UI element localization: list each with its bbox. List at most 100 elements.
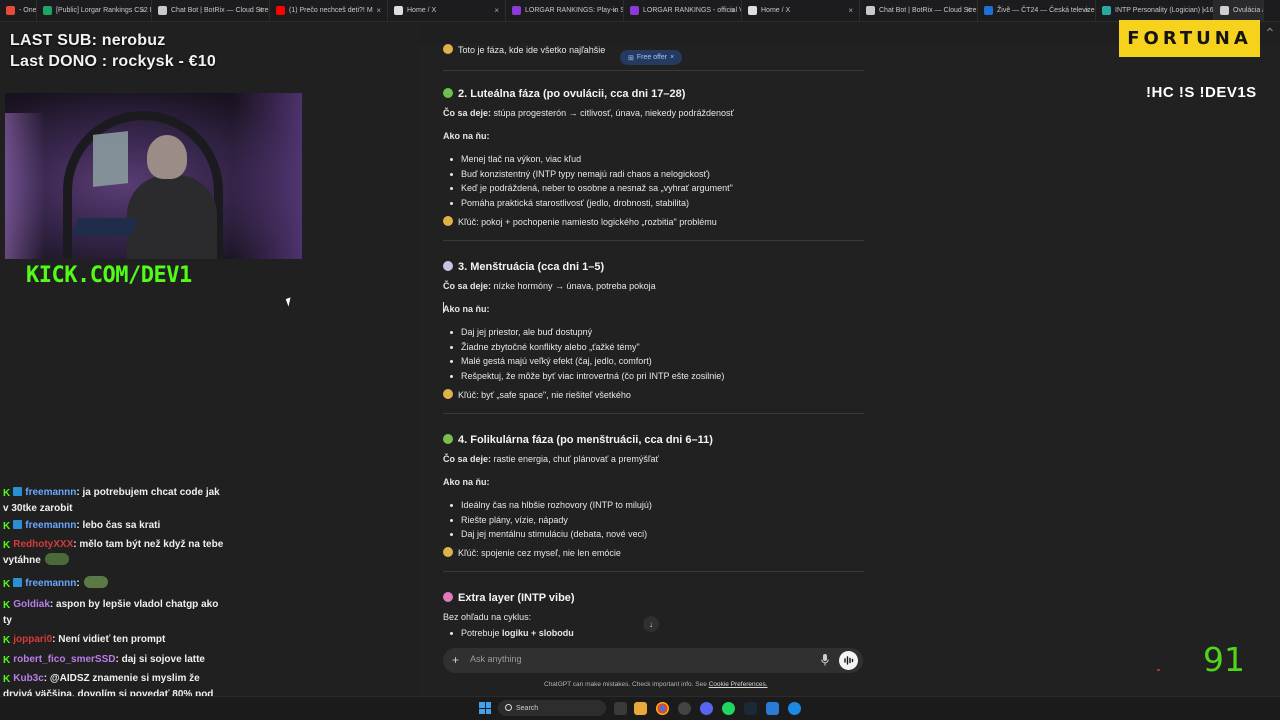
bullet-dot (450, 201, 453, 205)
tab-close-icon[interactable]: × (848, 6, 853, 15)
browser-tab[interactable]: LORGAR RANKINGS: Play-in St × (506, 0, 624, 21)
what-happens-label: Čo sa deje: (443, 281, 492, 291)
bullet-dot (450, 360, 453, 363)
browser-tab[interactable]: [Public] Lorgar Rankings CS2 Lo × (37, 0, 152, 21)
text-caret (443, 302, 444, 313)
file-explorer-icon[interactable] (634, 702, 647, 715)
taskbar-search[interactable]: Search (498, 700, 606, 716)
kick-badge-icon: K (3, 540, 11, 551)
section-heading-text: 3. Menštruácia (cca dni 1–5) (458, 261, 605, 273)
what-happens-text: rastie energia, chuť plánovať a premýšľa… (493, 454, 659, 464)
bullet-dot (450, 158, 453, 161)
key-takeaway: Kľúč: spojenie cez myseľ, nie len emócie (443, 547, 621, 558)
chat-username[interactable]: freemannn (25, 487, 76, 498)
tab-close-icon[interactable]: × (612, 6, 617, 15)
tab-close-icon[interactable]: × (966, 6, 971, 15)
chat-commands-label: !HC !S !DEV1S (1146, 84, 1257, 101)
chat-text: : Není vidieť ten prompt (52, 634, 166, 645)
chat-message: K Goldiak: aspon by lepšie vladol chatgp … (3, 597, 225, 629)
steam-icon[interactable] (744, 702, 757, 715)
chat-username[interactable]: RedhotyXXX (13, 539, 73, 550)
tab-close-icon[interactable]: × (1084, 6, 1089, 15)
chat-username[interactable]: joppari0 (13, 634, 52, 645)
tab-favicon-icon (276, 6, 285, 15)
key-text: byť „safe space", nie riešiteľ všetkého (481, 389, 631, 400)
browser-tab[interactable]: Ovulácia a INT (1214, 0, 1264, 21)
tab-close-icon[interactable]: × (376, 6, 381, 15)
kick-badge-icon: K (3, 579, 11, 590)
overlay-corner-icon: ⌃ (1264, 25, 1276, 41)
chat-username[interactable]: Kub3c (13, 673, 44, 684)
verified-badge-icon (13, 487, 23, 496)
counter-value: 91 (1203, 640, 1245, 679)
browser-tab[interactable]: Chat Bot | BotRix — Cloud Stre × (860, 0, 978, 21)
bullet-item: Potrebuje logiku + slobodu (461, 628, 574, 638)
cam-light-right (232, 93, 302, 259)
browser-tab[interactable]: - One (0, 0, 37, 21)
discord-icon[interactable] (700, 702, 713, 715)
cookie-preferences-link[interactable]: Cookie Preferences. (709, 681, 768, 688)
webcam-feed (5, 93, 302, 259)
section-heading: Extra layer (INTP vibe) (443, 592, 575, 604)
spotify-icon[interactable] (722, 702, 735, 715)
how-to-label: Ako na ňu: (443, 304, 490, 314)
bullet-dot (450, 518, 453, 522)
chat-emote-icon (44, 553, 69, 565)
extra-intro: Bez ohľadu na cyklus: (443, 612, 532, 622)
browser-tab[interactable]: Živě — ČT24 — Česká televize × (978, 0, 1096, 21)
disclaimer: ChatGPT can make mistakes. Check importa… (544, 681, 768, 688)
browser-tab[interactable]: Home / X × (742, 0, 860, 21)
prompt-input[interactable] (470, 654, 790, 664)
tab-close-icon[interactable]: × (1202, 6, 1207, 15)
bullet-dot (450, 533, 453, 536)
scroll-down-button[interactable]: ↓ (643, 616, 659, 632)
windows-start-icon[interactable] (479, 702, 491, 714)
browser-tab[interactable]: Chat Bot | BotRix — Cloud Stre × (152, 0, 270, 21)
chat-username[interactable]: freemannn (25, 520, 76, 531)
tab-close-icon[interactable]: × (258, 6, 263, 15)
tab-label: Home / X (407, 7, 437, 14)
bullet-item: Žiadne zbytočné konflikty alebo „ťažké t… (461, 341, 640, 352)
kick-badge-icon: K (3, 488, 11, 499)
tab-close-icon[interactable]: × (140, 6, 145, 15)
edge-icon[interactable] (788, 702, 801, 715)
chat-message: Kfreemannn: ja potrebujem chcat code jak… (3, 485, 225, 517)
tab-close-icon[interactable]: × (494, 6, 499, 15)
browser-tab[interactable]: (1) Prečo nechceš deti?! M × (270, 0, 388, 21)
vscode-icon[interactable] (766, 702, 779, 715)
tab-label: INTP Personality (Logician) | 16 (1115, 7, 1214, 14)
chrome-icon[interactable] (656, 702, 669, 715)
tab-favicon-icon (1102, 6, 1111, 15)
what-happens-text: stúpa progesterón → citlivosť, únava, ni… (493, 108, 734, 118)
task-view-icon[interactable] (614, 702, 627, 715)
github-icon[interactable] (678, 702, 691, 715)
section-emoji-icon (443, 88, 453, 98)
chat-username[interactable]: robert_fico_smerSSD (13, 654, 115, 665)
search-icon (505, 704, 512, 711)
browser-tab[interactable]: INTP Personality (Logician) | 16 × (1096, 0, 1214, 21)
what-happens-line: Čo sa deje: nízke hormóny → únava, potre… (443, 281, 656, 291)
chat-message: Kjoppari0: Není vidieť ten prompt (3, 632, 225, 648)
close-icon[interactable]: × (670, 54, 674, 61)
microphone-icon[interactable] (821, 654, 829, 666)
bullet-item: Keď je podráždená, neber to osobne a nes… (461, 183, 733, 193)
windows-taskbar: Search (0, 696, 1280, 720)
verified-badge-icon (13, 520, 23, 529)
bullet-dot (450, 632, 453, 635)
bullet-item: Daj jej mentálnu stimuláciu (debata, nov… (461, 529, 648, 539)
key-text: spojenie cez myseľ, nie len emócie (481, 548, 621, 558)
key-takeaway: Kľúč: pokoj + pochopenie namiesto logick… (443, 215, 717, 227)
tab-favicon-icon (43, 6, 52, 15)
section-heading-text: 2. Luteálna fáza (po ovulácii, cca dni 1… (458, 88, 686, 100)
chat-username[interactable]: freemannn (25, 578, 76, 589)
plus-icon[interactable]: + (452, 653, 459, 667)
browser-tab[interactable]: LORGAR RANKINGS - official Vi × (624, 0, 742, 21)
voice-mode-button[interactable] (839, 651, 858, 670)
browser-tab[interactable]: Home / X × (388, 0, 506, 21)
divider (443, 571, 864, 572)
chat-username[interactable]: Goldiak (13, 599, 50, 610)
free-offer-chip[interactable]: ⊞ Free offer × (620, 50, 683, 65)
bullet-dot (450, 345, 453, 349)
pointing-hand-icon (443, 547, 453, 557)
tab-close-icon[interactable]: × (730, 6, 735, 15)
